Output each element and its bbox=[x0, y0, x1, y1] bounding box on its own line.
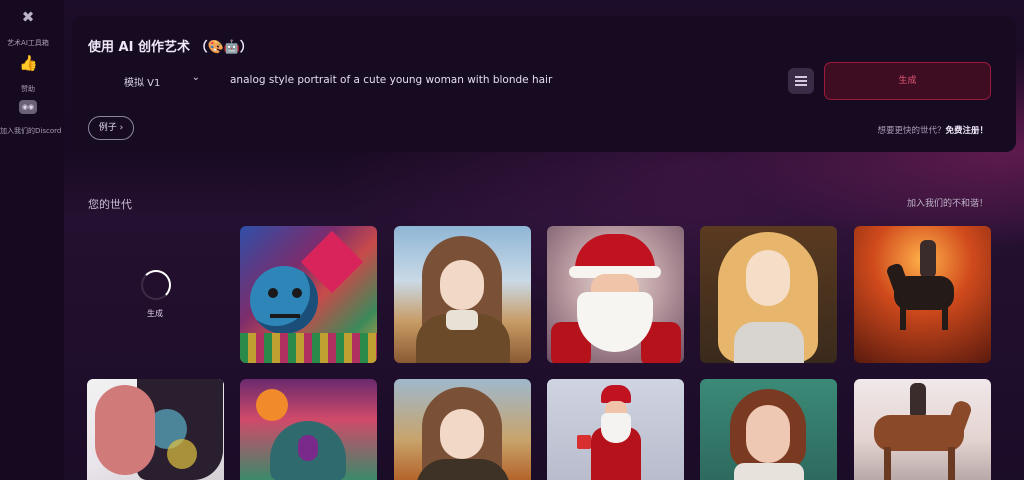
image-art bbox=[601, 413, 631, 443]
discord-link[interactable]: 加入我们的不和谐！ bbox=[907, 196, 988, 209]
image-art bbox=[167, 439, 197, 469]
gallery-image[interactable] bbox=[87, 379, 224, 480]
signup-link[interactable]: 免费注册！ bbox=[945, 126, 988, 136]
examples-button[interactable]: 例子 › bbox=[88, 116, 134, 140]
image-art bbox=[440, 409, 484, 459]
model-select[interactable]: 模拟 V1 ⌄ bbox=[88, 66, 214, 94]
image-art bbox=[746, 250, 790, 306]
image-art bbox=[577, 435, 591, 449]
image-art bbox=[95, 385, 155, 475]
gallery-image[interactable] bbox=[547, 379, 684, 480]
image-art bbox=[920, 240, 936, 278]
signup-question: 想要更快的世代？ bbox=[877, 126, 946, 136]
thumbs-up-icon: 👍 bbox=[19, 54, 38, 72]
signup-prompt: 想要更快的世代？免费注册！ bbox=[877, 124, 988, 136]
image-art bbox=[256, 389, 288, 421]
image-art bbox=[298, 435, 318, 461]
loader-label: 生成 bbox=[147, 309, 163, 318]
sidebar-item-label: 加入我们的Discord bbox=[0, 127, 62, 135]
gallery-image[interactable] bbox=[394, 226, 531, 363]
sidebar-item-sponsor[interactable]: 👍 赞助 bbox=[0, 54, 56, 95]
chevron-down-icon: ⌄ bbox=[191, 72, 200, 83]
image-art bbox=[948, 447, 955, 480]
tools-icon: ✖ bbox=[21, 8, 35, 26]
gallery-image[interactable] bbox=[394, 379, 531, 480]
sidebar-item-tools[interactable]: ✖ 艺术AI工具箱 bbox=[0, 8, 56, 49]
image-art bbox=[240, 333, 377, 363]
section-title: 您的世代 bbox=[88, 198, 132, 211]
gallery-image[interactable] bbox=[240, 379, 377, 480]
page-title: 使用 AI 创作艺术 （🎨🤖） bbox=[88, 40, 253, 55]
sidebar-item-label: 艺术AI工具箱 bbox=[7, 39, 49, 47]
prompt-input[interactable]: analog style portrait of a cute young wo… bbox=[230, 74, 552, 86]
gallery-image[interactable] bbox=[700, 379, 837, 480]
sliders-icon-line bbox=[795, 80, 807, 82]
image-art bbox=[734, 322, 804, 363]
image-art bbox=[746, 405, 790, 463]
model-select-value: 模拟 V1 bbox=[124, 78, 161, 89]
image-art bbox=[734, 463, 804, 480]
generate-button[interactable]: 生成 bbox=[824, 62, 991, 100]
image-art bbox=[944, 398, 974, 438]
gallery-image[interactable] bbox=[547, 226, 684, 363]
sidebar-item-label: 赞助 bbox=[21, 85, 35, 93]
gallery-image[interactable] bbox=[700, 226, 837, 363]
image-art bbox=[440, 260, 484, 310]
loading-spinner-icon bbox=[141, 270, 171, 300]
image-art bbox=[942, 306, 948, 330]
sliders-icon-line bbox=[795, 84, 807, 86]
sidebar-item-discord[interactable]: ◉◉ 加入我们的Discord bbox=[0, 100, 61, 137]
sliders-icon bbox=[795, 76, 807, 78]
image-art bbox=[268, 288, 278, 298]
gallery-image[interactable] bbox=[854, 226, 991, 363]
image-art bbox=[270, 314, 300, 318]
image-art bbox=[884, 447, 891, 480]
image-art bbox=[292, 288, 302, 298]
discord-icon: ◉◉ bbox=[19, 100, 37, 114]
sidebar: ✖ 艺术AI工具箱 👍 赞助 ◉◉ 加入我们的Discord bbox=[0, 0, 64, 480]
image-art bbox=[250, 266, 318, 334]
image-art bbox=[894, 276, 954, 310]
settings-button[interactable] bbox=[788, 68, 814, 94]
image-art bbox=[900, 306, 906, 330]
image-art bbox=[910, 383, 926, 419]
gallery-image[interactable] bbox=[854, 379, 991, 480]
gallery-image[interactable] bbox=[240, 226, 377, 363]
image-art bbox=[446, 310, 478, 330]
